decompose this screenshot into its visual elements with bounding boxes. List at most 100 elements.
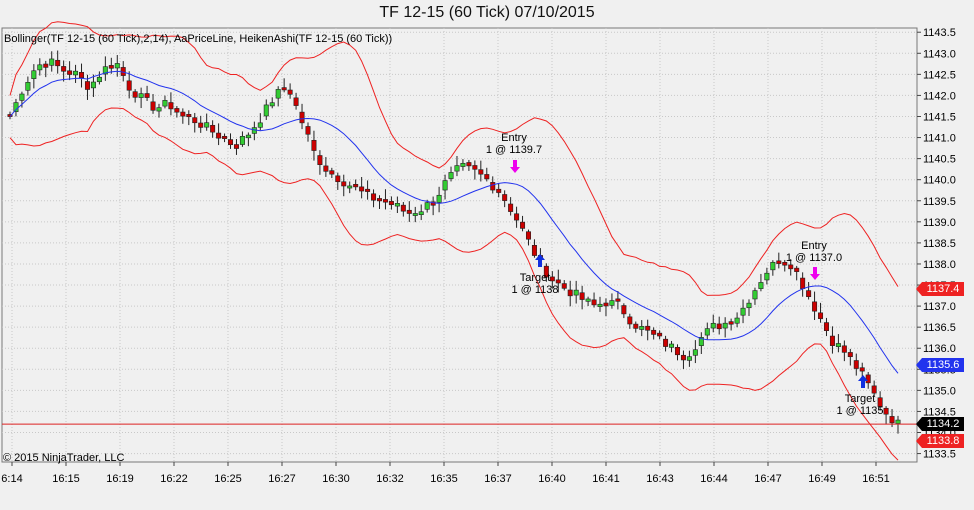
candle-body (621, 305, 627, 315)
candle-body (651, 329, 657, 335)
candle-body (740, 307, 746, 316)
x-tick-label: 16:51 (862, 473, 890, 485)
candle-body (704, 328, 710, 336)
x-tick-label: 16:30 (322, 473, 350, 485)
x-tick-label: 16:43 (646, 473, 674, 485)
target-annotation-1: Target 1 @ 1138 (511, 272, 559, 296)
candle-body (758, 282, 764, 289)
candle-body (895, 419, 901, 424)
x-tick-label: 16:22 (160, 473, 188, 485)
candle-body (424, 202, 430, 210)
candle-body (680, 354, 686, 361)
y-tick-label: 1142.5 (923, 69, 956, 81)
candle-body (722, 322, 728, 329)
candle-body (597, 303, 603, 307)
y-tick-label: 1139.5 (923, 196, 956, 208)
candle-body (162, 100, 168, 107)
candle-body (692, 349, 698, 356)
candle-body (281, 87, 287, 91)
candle-body (79, 72, 85, 78)
candle-body (204, 122, 210, 128)
candle-body (25, 82, 31, 91)
candle-body (841, 345, 847, 353)
candle-body (216, 132, 222, 139)
y-tick-label: 1135.0 (923, 385, 956, 397)
candle-body (615, 298, 621, 302)
candle-body (490, 182, 496, 191)
candle-body (484, 174, 490, 180)
candle-body (418, 211, 424, 215)
candle-body (371, 193, 377, 201)
candle-body (96, 76, 102, 83)
y-tick-label: 1137.0 (923, 301, 956, 313)
candle-body (847, 352, 853, 358)
candle-body (341, 181, 347, 187)
candle-body (37, 64, 43, 71)
candle-body (865, 374, 871, 384)
x-tick-label: 16:27 (268, 473, 296, 485)
candle-body (400, 204, 406, 212)
chart-window: TF 12-15 (60 Tick) 07/10/2015 1143.5 1143… (0, 0, 974, 510)
candle-body (186, 114, 192, 118)
y-tick-label: 1141.5 (923, 111, 956, 123)
candle-body (716, 323, 722, 330)
candle-body (627, 316, 633, 325)
candle-body (245, 134, 251, 139)
candle-body (257, 122, 263, 128)
y-tick-label: 1138.5 (923, 238, 956, 250)
x-tick-label: 6:14 (1, 473, 22, 485)
candle-body (31, 70, 37, 79)
candle-body (84, 81, 90, 90)
candle-body (788, 264, 794, 270)
candle-body (108, 65, 114, 69)
y-tick-label: 1143.5 (923, 27, 956, 39)
x-tick-label: 16:15 (52, 473, 80, 485)
candle-body (293, 97, 299, 106)
x-tick-label: 16:35 (430, 473, 458, 485)
candle-body (73, 70, 79, 76)
candle-body (305, 126, 311, 135)
candle-body (43, 63, 49, 68)
x-tick-label: 16:19 (106, 473, 134, 485)
entry-annotation-1: Entry 1 @ 1139.7 (485, 132, 543, 156)
candle-body (192, 117, 198, 124)
price-tag-lower-band: 1133.8 (916, 433, 964, 448)
candle-body (180, 111, 186, 117)
copyright-text: © 2015 NinjaTrader, LLC (3, 452, 125, 464)
candle-body (823, 322, 829, 331)
candle-body (198, 122, 204, 128)
candle-body (412, 213, 418, 216)
candle-body (466, 162, 472, 167)
candle-body (853, 360, 859, 369)
candle-body (800, 277, 806, 289)
candle-body (710, 322, 716, 329)
indicator-label: Bollinger(TF 12-15 (60 Tick),2,14), AaPr… (4, 33, 393, 45)
candle-body (394, 203, 400, 207)
x-tick-label: 16:25 (214, 473, 242, 485)
candle-body (210, 124, 216, 133)
x-tick-label: 16:40 (538, 473, 566, 485)
candle-body (829, 335, 835, 346)
candle-body (460, 162, 466, 167)
candle-body (114, 63, 120, 69)
candle-body (859, 367, 865, 372)
candle-body (531, 244, 537, 256)
candle-body (746, 302, 752, 309)
candle-body (67, 70, 73, 75)
candle-body (752, 290, 758, 300)
entry-annotation-2: Entry 1 @ 1137.0 (785, 240, 843, 264)
y-tick-label: 1139.0 (923, 217, 956, 229)
candle-body (812, 301, 818, 312)
candle-body (514, 213, 520, 221)
candle-body (138, 93, 144, 98)
candle-body (674, 346, 680, 356)
price-tag-last-price: 1134.2 (916, 417, 964, 432)
x-tick-label: 16:37 (484, 473, 512, 485)
candle-body (228, 139, 234, 146)
candle-body (520, 221, 526, 229)
candle-body (585, 298, 591, 302)
candle-body (633, 323, 639, 329)
candle-body (657, 332, 663, 337)
candle-body (144, 93, 150, 98)
x-tick-label: 16:47 (754, 473, 782, 485)
